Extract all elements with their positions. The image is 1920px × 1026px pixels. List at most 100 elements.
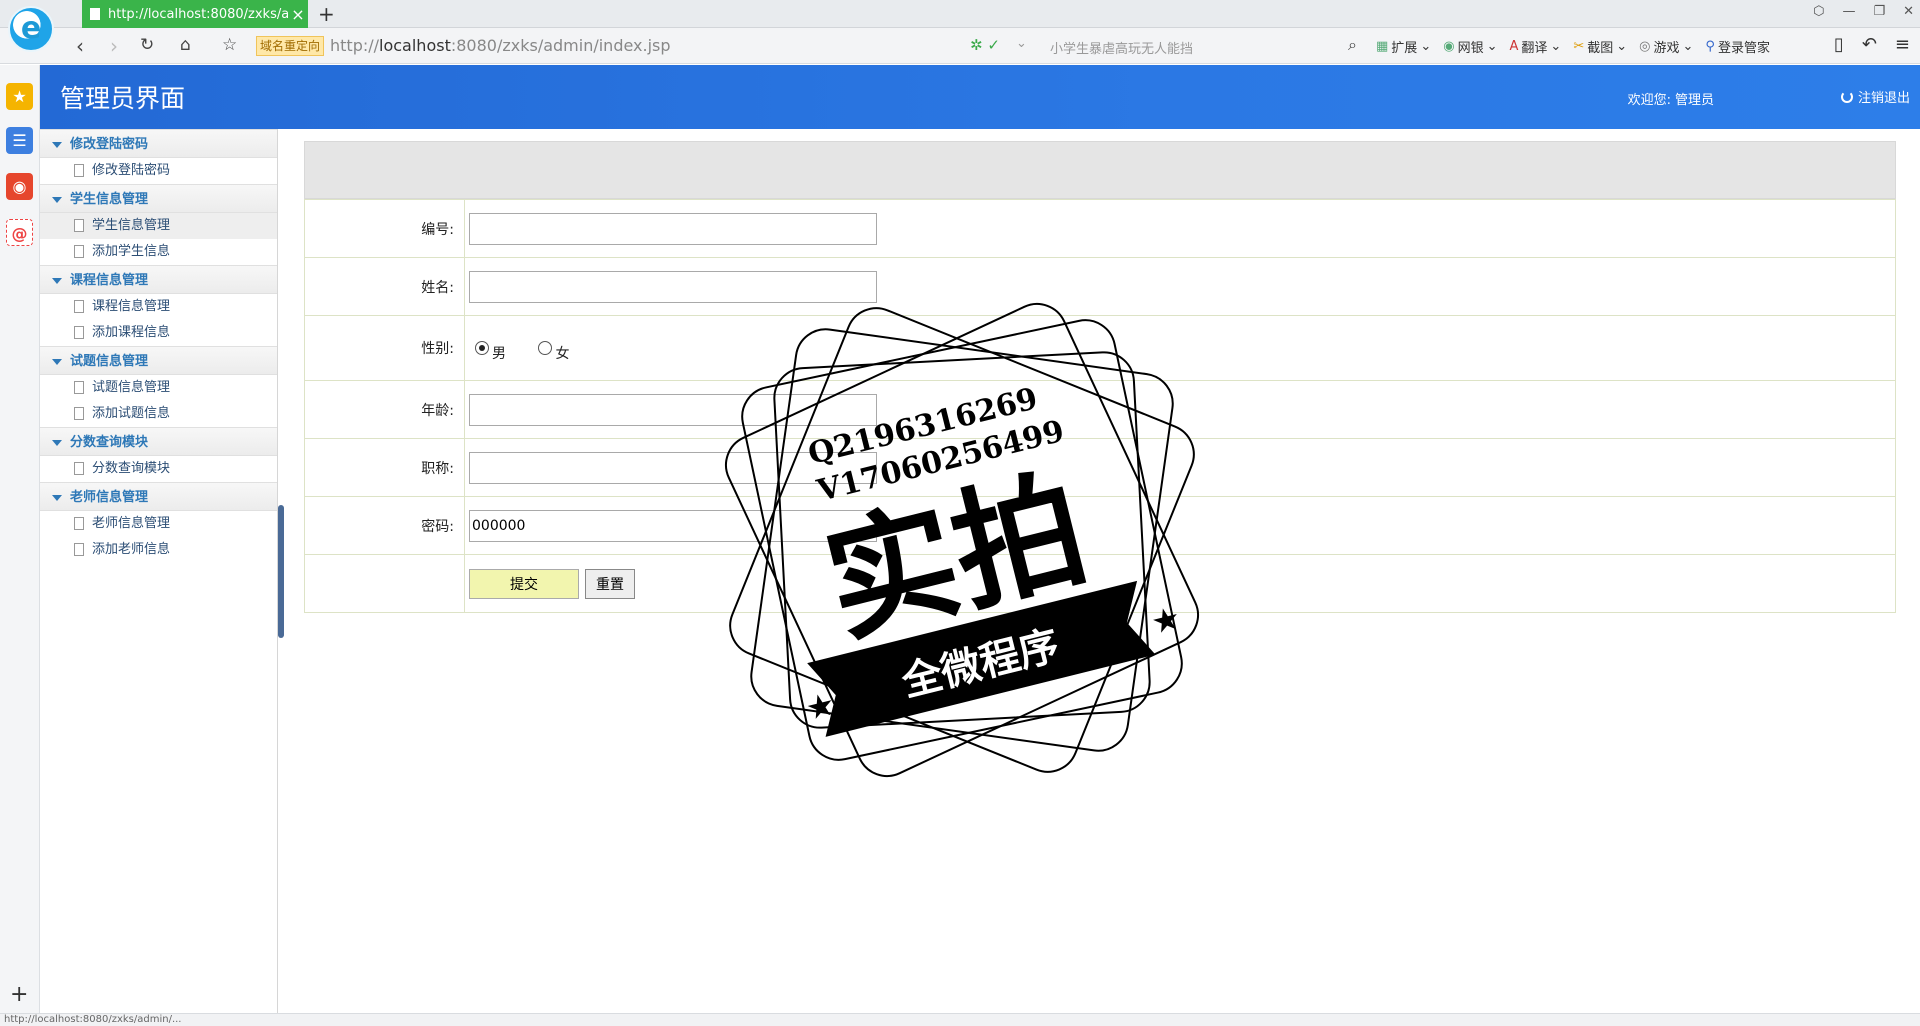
- add-icon[interactable]: +: [10, 982, 28, 1007]
- menu-item-student-manage[interactable]: 学生信息管理: [40, 213, 277, 239]
- tab-close-icon[interactable]: ×: [288, 5, 308, 24]
- address-bar: ‹ › ↻ ⌂ ☆ 域名重定向 http://localhost:8080/zx…: [0, 28, 1920, 64]
- url-host: localhost: [379, 36, 451, 55]
- games-icon: ◎: [1639, 39, 1651, 54]
- minimize-button[interactable]: —: [1842, 4, 1855, 19]
- skin-icon[interactable]: ⬡: [1813, 4, 1824, 19]
- gender-female-radio[interactable]: [538, 341, 553, 355]
- browser-side-strip: ★ ☰ ◉ @ +: [0, 65, 40, 1013]
- logout-link[interactable]: 注销退出: [1840, 87, 1910, 106]
- gender-female-label: 女: [555, 346, 570, 362]
- toolbar-translate[interactable]: A 翻译 ⌄: [1509, 37, 1561, 56]
- menu-group-teacher[interactable]: 老师信息管理: [40, 482, 277, 511]
- title-label: 职称:: [304, 438, 465, 497]
- window-controls: ⬡ — ❐ ✕: [1813, 4, 1914, 19]
- triangle-down-icon: [52, 142, 62, 148]
- restore-button[interactable]: ❐: [1873, 4, 1885, 19]
- sidebar-menu: 修改登陆密码 修改登陆密码 学生信息管理 学生信息管理 添加学生信息 课程信息管…: [40, 129, 278, 1013]
- toolbar-games[interactable]: ◎ 游戏 ⌄: [1639, 37, 1693, 56]
- menu-icon[interactable]: ≡: [1895, 34, 1910, 55]
- toolbar-login-manager[interactable]: ⚲ 登录管家: [1705, 37, 1770, 56]
- password-input[interactable]: [469, 509, 877, 542]
- chevron-down-icon[interactable]: ⌄: [1016, 36, 1027, 51]
- search-icon[interactable]: ⌕: [1348, 35, 1357, 55]
- logout-label: 注销退出: [1857, 91, 1910, 106]
- teacher-form: 编号: 姓名: 性别: 男 女 年龄: 职称: 密码: 000000 提交 重置: [304, 199, 1896, 613]
- gender-male-radio[interactable]: [475, 341, 489, 355]
- menu-group-course[interactable]: 课程信息管理: [40, 265, 277, 294]
- document-icon: [74, 381, 84, 394]
- redirect-badge[interactable]: 域名重定向: [256, 36, 325, 56]
- document-icon: [74, 326, 84, 339]
- document-icon: [74, 543, 84, 556]
- undo-icon[interactable]: ↶: [1862, 34, 1877, 55]
- url-field[interactable]: http://localhost:8080/zxks/admin/index.j…: [330, 36, 671, 55]
- screenshot-icon: ✂: [1573, 39, 1585, 54]
- triangle-down-icon: [52, 440, 62, 446]
- refresh-icon[interactable]: ↻: [140, 35, 154, 55]
- toolbar-screenshot[interactable]: ✂ 截图 ⌄: [1573, 37, 1627, 56]
- tab-title: http://localhost:8080/zxks/ad: [108, 6, 288, 22]
- document-icon: [74, 245, 84, 258]
- extensions-icon: ▦: [1376, 39, 1389, 54]
- bookmark-star-icon[interactable]: ☆: [222, 35, 237, 55]
- mail-icon[interactable]: @: [6, 219, 33, 246]
- gender-label: 性别:: [304, 315, 465, 381]
- password-label: 密码:: [304, 496, 465, 555]
- forward-icon[interactable]: ›: [110, 34, 118, 58]
- age-label: 年龄:: [304, 380, 465, 439]
- form-header-bar: [304, 141, 1896, 199]
- document-icon: [74, 517, 84, 530]
- menu-group-student[interactable]: 学生信息管理: [40, 184, 277, 213]
- main-content: 编号: 姓名: 性别: 男 女 年龄: 职称: 密码: 000000 提交 重置: [284, 129, 1920, 1013]
- menu-item-add-teacher[interactable]: 添加老师信息: [40, 537, 277, 563]
- menu-item-change-password[interactable]: 修改登陆密码: [40, 158, 277, 184]
- submit-button[interactable]: 提交: [469, 568, 579, 599]
- power-icon: [1840, 90, 1853, 103]
- key-icon: ⚲: [1705, 39, 1715, 54]
- menu-item-add-student[interactable]: 添加学生信息: [40, 239, 277, 265]
- security-shield-icon[interactable]: ✲ ✓: [970, 36, 1000, 54]
- name-input[interactable]: [469, 270, 877, 303]
- toolbar-right: ▯ ↶ ≡: [1834, 34, 1910, 55]
- weibo-icon[interactable]: ◉: [6, 173, 33, 200]
- menu-item-course-manage[interactable]: 课程信息管理: [40, 294, 277, 320]
- age-input[interactable]: [469, 393, 877, 426]
- menu-group-score[interactable]: 分数查询模块: [40, 427, 277, 456]
- menu-item-teacher-manage[interactable]: 老师信息管理: [40, 511, 277, 537]
- menu-group-question[interactable]: 试题信息管理: [40, 346, 277, 375]
- buttons-label-cell: [304, 554, 465, 613]
- status-bar: http://localhost:8080/zxks/admin/...: [0, 1013, 1920, 1026]
- menu-item-score-query[interactable]: 分数查询模块: [40, 456, 277, 482]
- home-icon[interactable]: ⌂: [180, 35, 191, 55]
- reading-list-icon[interactable]: ☰: [6, 127, 33, 154]
- menu-item-question-manage[interactable]: 试题信息管理: [40, 375, 277, 401]
- new-tab-button[interactable]: +: [318, 2, 335, 26]
- menu-item-add-course[interactable]: 添加课程信息: [40, 320, 277, 346]
- back-icon[interactable]: ‹: [76, 34, 84, 58]
- menu-group-password[interactable]: 修改登陆密码: [40, 129, 277, 158]
- toolbar-extensions[interactable]: ▦ 扩展 ⌄: [1376, 37, 1431, 56]
- browser-tab-bar: http://localhost:8080/zxks/ad × + ⬡ — ❐ …: [0, 0, 1920, 28]
- gender-male-label: 男: [492, 346, 506, 362]
- sidebar-toggle-icon[interactable]: ▯: [1834, 34, 1844, 55]
- id-label: 编号:: [304, 199, 465, 258]
- name-label: 姓名:: [304, 257, 465, 316]
- browser-logo-icon[interactable]: e: [8, 6, 54, 52]
- job-title-input[interactable]: [469, 451, 877, 484]
- reset-button[interactable]: 重置: [585, 568, 635, 599]
- id-input[interactable]: [469, 212, 877, 245]
- menu-item-add-question[interactable]: 添加试题信息: [40, 401, 277, 427]
- document-icon: [74, 462, 84, 475]
- triangle-down-icon: [52, 278, 62, 284]
- welcome-text: 欢迎您: 管理员: [1624, 89, 1714, 108]
- favorites-star-icon[interactable]: ★: [6, 83, 33, 110]
- browser-tab-active[interactable]: http://localhost:8080/zxks/ad ×: [82, 0, 308, 28]
- page-icon: [90, 8, 100, 20]
- search-input[interactable]: 小学生暴虐高玩无人能挡: [1050, 38, 1193, 57]
- translate-icon: A: [1509, 39, 1519, 54]
- bank-icon: ◉: [1443, 39, 1455, 54]
- welcome-user: 管理员: [1674, 93, 1714, 108]
- close-window-button[interactable]: ✕: [1903, 4, 1914, 19]
- toolbar-bank[interactable]: ◉ 网银 ⌄: [1443, 37, 1497, 56]
